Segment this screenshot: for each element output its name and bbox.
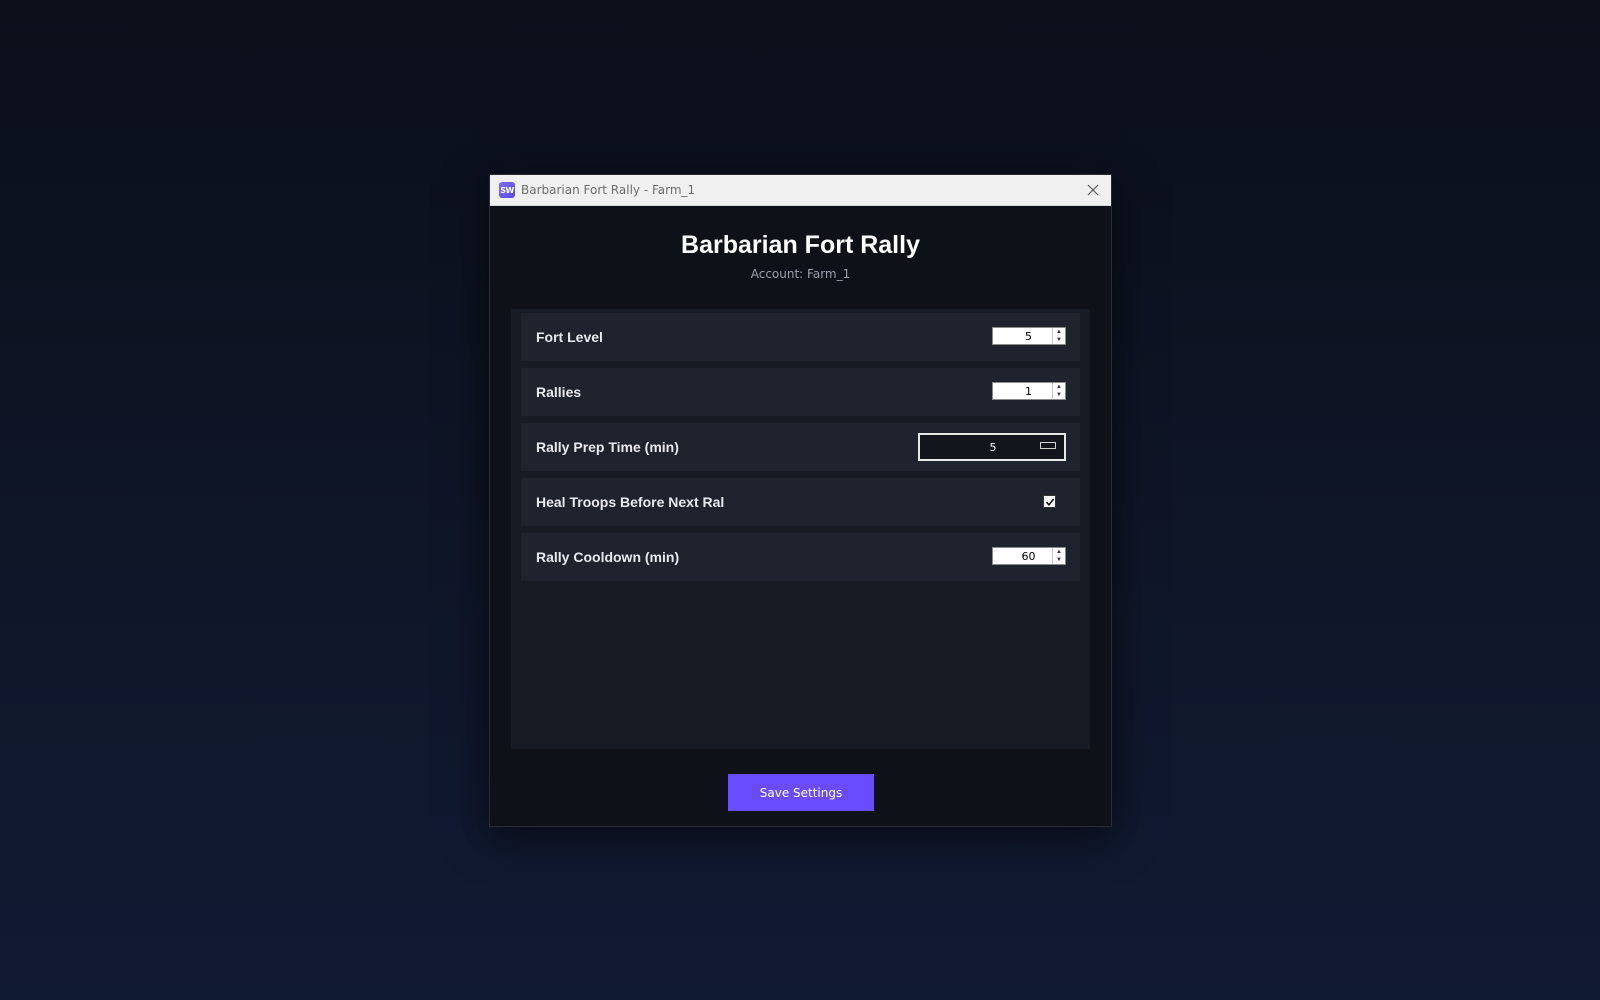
rallies-arrows: ▲ ▼ <box>1052 383 1065 399</box>
save-settings-button[interactable]: Save Settings <box>728 774 874 811</box>
rally-prep-time-label: Rally Prep Time (min) <box>536 439 679 455</box>
rallies-row: Rallies 1 ▲ ▼ <box>521 368 1080 416</box>
fort-level-value[interactable]: 5 <box>993 330 1052 343</box>
arrow-down-icon[interactable]: ▼ <box>1053 391 1065 399</box>
arrow-up-icon[interactable]: ▲ <box>1053 548 1065 556</box>
checkmark-icon <box>1045 498 1054 506</box>
rally-cooldown-row: Rally Cooldown (min) 60 ▲ ▼ <box>521 533 1080 581</box>
arrow-down-icon[interactable]: ▼ <box>1053 336 1065 344</box>
settings-window: SW Barbarian Fort Rally - Farm_1 Barbari… <box>489 174 1112 827</box>
fort-level-spinbox[interactable]: 5 ▲ ▼ <box>992 327 1066 345</box>
window-title: Barbarian Fort Rally - Farm_1 <box>521 183 696 197</box>
page-title: Barbarian Fort Rally <box>681 231 920 259</box>
settings-panel: Fort Level 5 ▲ ▼ Rallies 1 ▲ ▼ Rally Pre… <box>511 309 1090 749</box>
close-icon <box>1087 184 1099 196</box>
heal-troops-label: Heal Troops Before Next Ral <box>536 494 725 510</box>
rally-cooldown-arrows: ▲ ▼ <box>1052 548 1065 564</box>
rallies-value[interactable]: 1 <box>993 385 1052 398</box>
rallies-spinbox[interactable]: 1 ▲ ▼ <box>992 382 1066 400</box>
fort-level-arrows: ▲ ▼ <box>1052 328 1065 344</box>
fort-level-row: Fort Level 5 ▲ ▼ <box>521 313 1080 361</box>
rallies-label: Rallies <box>536 384 582 400</box>
arrow-up-icon[interactable]: ▲ <box>1053 383 1065 391</box>
arrow-down-icon[interactable]: ▼ <box>1053 556 1065 564</box>
account-label: Account: Farm_1 <box>750 267 851 281</box>
rally-cooldown-value[interactable]: 60 <box>993 550 1052 563</box>
arrow-up-icon[interactable]: ▲ <box>1053 328 1065 336</box>
rally-prep-time-value[interactable]: 5 <box>920 441 1040 454</box>
dropdown-toggle-icon[interactable] <box>1040 442 1056 449</box>
heal-troops-row: Heal Troops Before Next Ral <box>521 478 1080 526</box>
close-button[interactable] <box>1081 178 1105 202</box>
rally-cooldown-spinbox[interactable]: 60 ▲ ▼ <box>992 547 1066 565</box>
fort-level-label: Fort Level <box>536 329 603 345</box>
title-bar[interactable]: SW Barbarian Fort Rally - Farm_1 <box>490 175 1111 206</box>
rally-prep-time-row: Rally Prep Time (min) 5 <box>521 423 1080 471</box>
rally-prep-time-input[interactable]: 5 <box>918 433 1066 461</box>
rally-cooldown-label: Rally Cooldown (min) <box>536 549 680 565</box>
app-logo-icon: SW <box>499 182 515 198</box>
heal-troops-checkbox[interactable] <box>1043 495 1056 508</box>
